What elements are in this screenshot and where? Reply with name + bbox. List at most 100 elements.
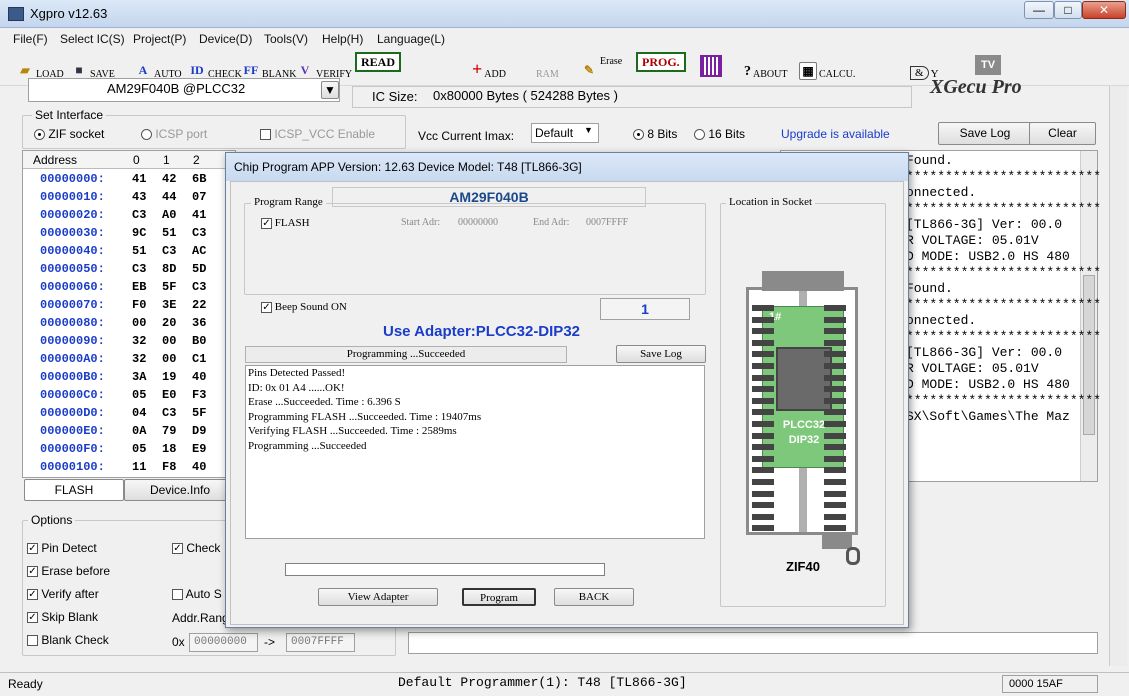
hex-byte[interactable]: 44	[162, 190, 176, 204]
blank-button[interactable]: FF BLANK	[242, 56, 297, 80]
hex-byte[interactable]: 9C	[132, 226, 146, 240]
flash-checkbox[interactable]: ✓ FLASH	[261, 217, 310, 229]
auto-sn-checkbox[interactable]: Auto S	[172, 587, 222, 601]
clear-button[interactable]: Clear	[1029, 122, 1096, 145]
hex-byte[interactable]: 07	[192, 190, 206, 204]
hex-byte[interactable]: 3E	[162, 298, 176, 312]
add-button[interactable]: + ADD	[472, 56, 506, 80]
calcu-button[interactable]: ▦ CALCU.	[799, 56, 855, 80]
hex-byte[interactable]: E0	[162, 388, 176, 402]
main-scrollbar[interactable]	[1109, 86, 1127, 666]
blank-check-checkbox[interactable]: Blank Check	[27, 633, 109, 647]
hex-byte[interactable]: B0	[192, 334, 206, 348]
hex-byte[interactable]: 00	[162, 334, 176, 348]
verify-after-checkbox[interactable]: ✓ Verify after	[27, 587, 99, 601]
check-button[interactable]: ID CHECK	[188, 56, 242, 80]
verify-button[interactable]: V VERIFY	[296, 56, 352, 80]
close-button[interactable]: ✕	[1082, 1, 1126, 19]
ram-button[interactable]: RAM	[536, 56, 559, 80]
hex-byte[interactable]: F8	[162, 460, 176, 474]
hex-byte[interactable]: 5F	[192, 406, 206, 420]
prog-button[interactable]: PROG.	[636, 52, 686, 72]
hex-byte[interactable]: 0A	[132, 424, 146, 438]
hex-byte[interactable]: 5F	[162, 280, 176, 294]
hex-byte[interactable]: 32	[132, 352, 146, 366]
menu-file[interactable]: File(F)	[13, 32, 48, 46]
maximize-button[interactable]: □	[1054, 1, 1082, 19]
hex-byte[interactable]: C3	[132, 208, 146, 222]
hex-byte[interactable]: A0	[162, 208, 176, 222]
hex-byte[interactable]: AC	[192, 244, 206, 258]
save-button[interactable]: ■ SAVE	[70, 56, 114, 80]
hex-byte[interactable]: EB	[132, 280, 146, 294]
menu-language[interactable]: Language(L)	[377, 32, 445, 46]
hex-byte[interactable]: 40	[192, 370, 206, 384]
hex-byte[interactable]: C3	[162, 244, 176, 258]
zif-radio[interactable]: ZIF socket	[34, 127, 104, 141]
hex-byte[interactable]: F3	[192, 388, 206, 402]
upgrade-link[interactable]: Upgrade is available	[781, 127, 890, 141]
hex-byte[interactable]: 41	[132, 172, 146, 186]
chevron-down-icon[interactable]: ▼	[321, 81, 339, 99]
hex-byte[interactable]: 3A	[132, 370, 146, 384]
start-address-input[interactable]: 00000000	[189, 633, 258, 652]
program-button[interactable]: Program	[462, 588, 536, 606]
hex-byte[interactable]: 8D	[162, 262, 176, 276]
icsp-vcc-checkbox[interactable]: ICSP_VCC Enable	[260, 127, 375, 141]
hex-byte[interactable]: 41	[192, 208, 206, 222]
menu-device[interactable]: Device(D)	[199, 32, 252, 46]
about-button[interactable]: ? ABOUT	[744, 56, 787, 80]
hex-byte[interactable]: 05	[132, 442, 146, 456]
hex-byte[interactable]: 51	[132, 244, 146, 258]
view-adapter-button[interactable]: View Adapter	[318, 588, 438, 606]
hex-byte[interactable]: 32	[132, 334, 146, 348]
hex-byte[interactable]: 40	[192, 460, 206, 474]
hex-byte[interactable]: 19	[162, 370, 176, 384]
chip-select-icon[interactable]	[700, 55, 722, 77]
hex-byte[interactable]: 43	[132, 190, 146, 204]
hex-byte[interactable]: 42	[162, 172, 176, 186]
bits16-radio[interactable]: 16 Bits	[694, 127, 745, 141]
hex-byte[interactable]: C3	[132, 262, 146, 276]
check-id-checkbox[interactable]: ✓ Check	[172, 541, 220, 555]
minimize-button[interactable]: —	[1024, 1, 1054, 19]
icsp-radio[interactable]: ICSP port	[141, 127, 207, 141]
pin-detect-checkbox[interactable]: ✓ Pin Detect	[27, 541, 97, 555]
menu-help[interactable]: Help(H)	[322, 32, 363, 46]
menu-tools[interactable]: Tools(V)	[264, 32, 308, 46]
bits8-radio[interactable]: 8 Bits	[633, 127, 677, 141]
read-button[interactable]: READ	[355, 52, 402, 72]
hex-byte[interactable]: 05	[132, 388, 146, 402]
save-log-button[interactable]: Save Log	[938, 122, 1032, 145]
hex-byte[interactable]: 04	[132, 406, 146, 420]
erase-before-checkbox[interactable]: ✓ Erase before	[27, 564, 110, 578]
hex-byte[interactable]: 51	[162, 226, 176, 240]
hex-byte[interactable]: 00	[162, 352, 176, 366]
dialog-save-log-button[interactable]: Save Log	[616, 345, 706, 363]
tab-flash[interactable]: FLASH	[24, 479, 124, 501]
chip-name-field[interactable]: AM29F040B @PLCC32 ▼	[28, 78, 340, 102]
tv-button[interactable]: TV	[975, 55, 1001, 75]
menu-project[interactable]: Project(P)	[133, 32, 186, 46]
hex-byte[interactable]: 11	[132, 460, 146, 474]
load-button[interactable]: ▰ LOAD	[16, 56, 63, 80]
hex-byte[interactable]: C1	[192, 352, 206, 366]
skip-blank-checkbox[interactable]: ✓ Skip Blank	[27, 610, 98, 624]
hex-byte[interactable]: 18	[162, 442, 176, 456]
back-button[interactable]: BACK	[554, 588, 634, 606]
vcc-select[interactable]: Default ▼	[531, 123, 599, 143]
menu-select-ic[interactable]: Select IC(S)	[60, 32, 125, 46]
erase-button[interactable]: ✎ Erase	[580, 56, 622, 80]
hex-byte[interactable]: C3	[192, 280, 206, 294]
hex-byte[interactable]: 5D	[192, 262, 206, 276]
hex-byte[interactable]: 20	[162, 316, 176, 330]
end-address-input[interactable]: 0007FFFF	[286, 633, 355, 652]
hex-byte[interactable]: D9	[192, 424, 206, 438]
tab-device-info[interactable]: Device.Info	[124, 479, 236, 501]
hex-byte[interactable]: F0	[132, 298, 146, 312]
hex-byte[interactable]: 79	[162, 424, 176, 438]
hex-byte[interactable]: C3	[162, 406, 176, 420]
hex-byte[interactable]: 22	[192, 298, 206, 312]
hex-byte[interactable]: 6B	[192, 172, 206, 186]
beep-checkbox[interactable]: ✓ Beep Sound ON	[261, 301, 347, 313]
